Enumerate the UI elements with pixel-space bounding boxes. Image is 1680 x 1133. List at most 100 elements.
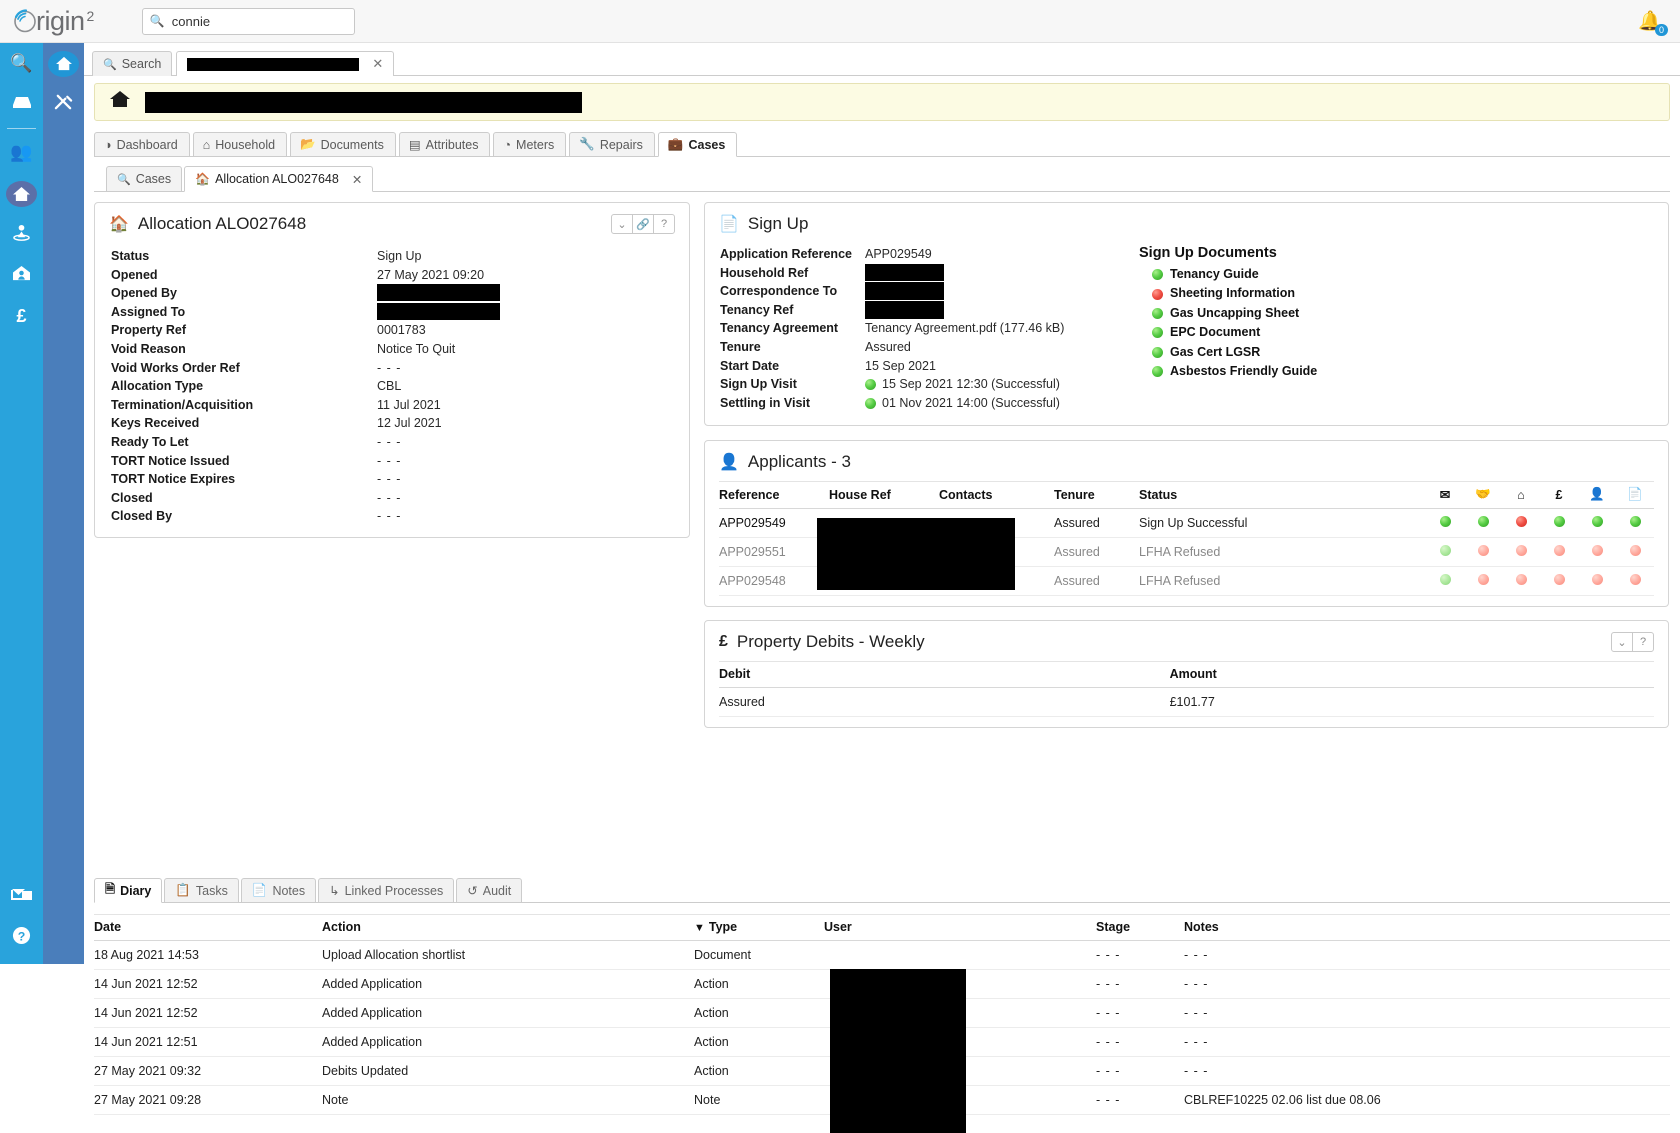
field-label: Allocation Type <box>111 379 204 394</box>
field-sign-up-visit: Sign Up Visit 15 Sep 2021 12:30 (Successf… <box>705 375 1135 394</box>
tab-cases[interactable]: 💼 Cases <box>657 132 738 157</box>
cell-tenure: Assured <box>1054 566 1139 597</box>
link-button[interactable]: 🔗 <box>632 214 654 234</box>
case-tab-cases[interactable]: 🔍 Cases <box>106 166 183 192</box>
close-icon[interactable]: ✕ <box>352 172 362 187</box>
svg-text:?: ? <box>18 929 26 943</box>
col-user-check[interactable]: 👤 <box>1578 481 1616 510</box>
status-led-green <box>1477 516 1489 528</box>
col-status[interactable]: Status <box>1139 481 1426 510</box>
cell-notes: - - - <box>1184 969 1670 999</box>
bottom-tab-tasks[interactable]: 📋 Tasks <box>164 878 239 903</box>
field-value: - - - <box>377 360 402 375</box>
col-tenure[interactable]: Tenure <box>1054 481 1139 510</box>
sidebar-item-help[interactable]: ? <box>0 917 43 958</box>
sidebar-sub-item-home[interactable] <box>43 43 84 84</box>
application-reference-link[interactable]: APP029549 <box>865 245 932 264</box>
field-tenancy-ref: Tenancy Ref <box>705 300 1135 320</box>
case-tab-allocation[interactable]: 🏠 Allocation ALO027648 ✕ <box>184 166 374 192</box>
search-input[interactable] <box>171 13 347 29</box>
bottom-tab-label: Audit <box>482 883 512 898</box>
col-action[interactable]: Action <box>322 914 694 941</box>
col-amount[interactable]: Amount <box>1169 661 1654 689</box>
status-led-red-faded <box>1629 545 1641 557</box>
col-debit[interactable]: Debit <box>719 661 1170 689</box>
tab-household[interactable]: ⌂ Household <box>192 132 288 157</box>
help-button[interactable]: ? <box>653 214 675 234</box>
document-item: Tenancy Guide <box>1139 265 1317 284</box>
col-reference[interactable]: Reference <box>719 481 829 510</box>
status-led-green <box>1591 516 1603 528</box>
field-void-works-order-ref: Void Works Order Ref - - - <box>95 359 689 378</box>
bottom-tab-notes[interactable]: 📄 Notes <box>240 878 317 903</box>
redacted-value <box>377 302 500 320</box>
sidebar-item-people[interactable]: 👥 <box>0 132 43 173</box>
cell-tenure: Assured <box>1054 508 1139 539</box>
col-stage[interactable]: Stage <box>1096 914 1184 941</box>
sidebar-item-search[interactable]: 🔍 <box>0 43 43 84</box>
col-date[interactable]: Date <box>94 914 322 941</box>
field-correspondence-to: Correspondence To <box>705 282 1135 301</box>
sidebar-sub-item-tools[interactable] <box>43 84 84 125</box>
global-search[interactable]: 🔍 <box>141 7 355 35</box>
help-button[interactable]: ? <box>1632 632 1654 653</box>
field-label: TORT Notice Issued <box>111 453 230 468</box>
field-termination-acquisition: Termination/Acquisition 11 Jul 2021 <box>95 396 689 415</box>
tab-dashboard[interactable]: ◑ Dashboard <box>94 132 190 157</box>
close-icon[interactable]: ✕ <box>372 56 383 72</box>
search-result-tab[interactable]: ✕ <box>176 51 395 76</box>
sidebar-item-post[interactable] <box>0 876 43 917</box>
pie-chart-icon: ◑ <box>104 137 112 152</box>
sidebar-item-property[interactable] <box>0 173 43 214</box>
col-house-ref[interactable]: House Ref <box>829 481 939 510</box>
col-type[interactable]: ▼ Type <box>694 914 824 941</box>
search-icon: 🔍 <box>117 173 131 186</box>
notification-count: 0 <box>1654 24 1668 36</box>
tab-documents[interactable]: 📂 Documents <box>290 132 396 157</box>
field-value: - - - <box>377 509 402 524</box>
document-label: EPC Document <box>1170 325 1261 340</box>
sidebar-item-finance[interactable]: £ <box>0 296 43 337</box>
search-tab[interactable]: 🔍 Search <box>92 51 173 76</box>
table-row[interactable]: Assured £101.77 <box>719 687 1654 718</box>
search-icon: 🔍 <box>103 58 117 71</box>
tenancy-agreement-link[interactable]: Tenancy Agreement.pdf (177.46 kB) <box>865 319 1064 338</box>
col-envelope[interactable]: ✉ <box>1426 481 1464 510</box>
col-contacts[interactable]: Contacts <box>939 481 1054 510</box>
col-handshake[interactable]: 🤝 <box>1464 481 1502 510</box>
sidebar-item-inbox[interactable] <box>0 84 43 125</box>
col-home[interactable]: ⌂ <box>1502 481 1540 510</box>
search-tab-label: Search <box>121 57 162 71</box>
tab-attributes[interactable]: ▤ Attributes <box>398 132 491 157</box>
col-pound[interactable]: £ <box>1540 481 1578 510</box>
col-notes[interactable]: Notes <box>1184 914 1670 941</box>
collapse-button[interactable]: ⌄ <box>611 214 633 234</box>
cell-type: Note <box>694 1085 824 1115</box>
table-row[interactable]: 18 Aug 2021 14:53 Upload Allocation shor… <box>94 940 1670 970</box>
field-keys-received: Keys Received 12 Jul 2021 <box>95 414 689 433</box>
cell-led-document <box>1616 566 1654 597</box>
field-label: Closed By <box>111 509 173 524</box>
field-label: Opened By <box>111 286 177 301</box>
signup-panel-header: 📄 Sign Up <box>705 203 1668 243</box>
field-value: - - - <box>377 472 402 487</box>
cell-stage: - - - <box>1096 998 1184 1028</box>
bottom-tab-linked-processes[interactable]: ↳ Linked Processes <box>318 878 455 903</box>
tab-meters[interactable]: ◔ Meters <box>493 132 567 157</box>
cell-action: Debits Updated <box>322 1056 694 1086</box>
bottom-tab-diary[interactable]: 🗎 Diary <box>94 878 163 903</box>
status-led-green <box>1152 269 1163 281</box>
collapse-button[interactable]: ⌄ <box>1611 632 1633 653</box>
cell-led-home <box>1502 537 1540 568</box>
cell-stage: - - - <box>1096 1056 1184 1086</box>
col-user[interactable]: User <box>824 914 1096 941</box>
people-icon: 👥 <box>10 142 33 162</box>
bottom-tab-audit[interactable]: ↺ Audit <box>456 878 523 903</box>
sidebar-item-house-person[interactable] <box>0 255 43 296</box>
tab-repairs[interactable]: 🔧 Repairs <box>569 132 655 157</box>
col-document[interactable]: 📄 <box>1616 481 1654 510</box>
note-icon: 📄 <box>251 883 268 897</box>
funnel-icon[interactable]: ▼ <box>694 922 705 934</box>
sidebar-item-person-location[interactable] <box>0 214 43 255</box>
notifications[interactable]: 🔔 0 <box>1638 9 1668 36</box>
